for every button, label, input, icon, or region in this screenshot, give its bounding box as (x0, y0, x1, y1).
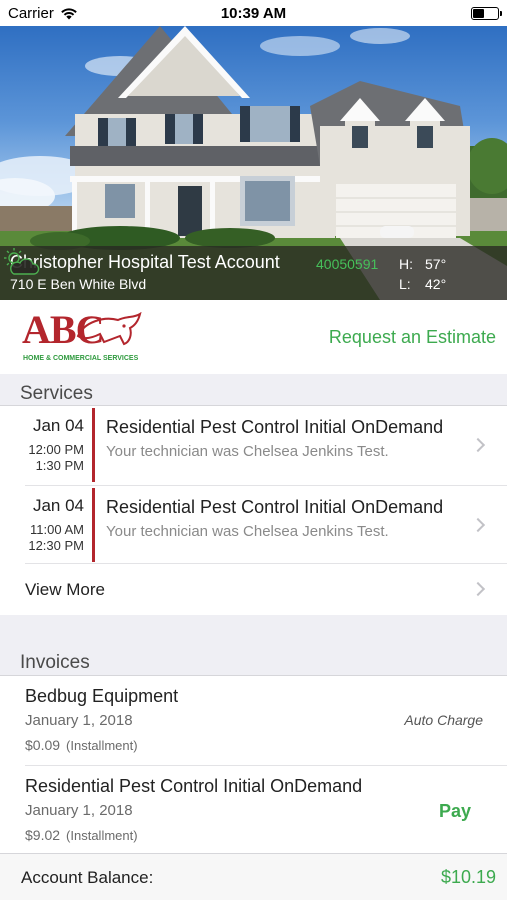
invoice-amount-group: $9.02 (Installment) (25, 827, 138, 843)
service-status-bar (92, 488, 95, 562)
carrier-label: Carrier (8, 4, 54, 22)
company-logo: ABC HOME & COMMERCIAL SERVICES (22, 308, 144, 366)
chevron-right-icon[interactable] (470, 581, 486, 597)
service-date: Jan 04 (32, 496, 84, 515)
weather-high: 57° (425, 256, 447, 272)
balance-value: $10.19 (440, 867, 496, 887)
service-title: Residential Pest Control Initial OnDeman… (106, 417, 444, 437)
service-technician: Your technician was Chelsea Jenkins Test… (106, 443, 389, 460)
auto-charge-label: Auto Charge (404, 712, 483, 728)
invoice-title: Bedbug Equipment (25, 686, 179, 706)
invoice-amount: $9.02 (25, 827, 61, 843)
account-overlay: Christopher Hospital Test Account 400505… (0, 246, 507, 300)
account-number: 40050591 (316, 256, 379, 272)
service-start-time: 12:00 PM (28, 442, 84, 457)
service-status-bar (92, 408, 95, 482)
bull-icon (76, 312, 142, 346)
property-hero: Christopher Hospital Test Account 400505… (0, 26, 507, 300)
account-balance-bar: Account Balance: $10.19 (0, 853, 507, 900)
service-date: Jan 04 (32, 416, 84, 435)
brand-row: ABC HOME & COMMERCIAL SERVICES Request a… (0, 300, 507, 374)
invoice-amount-group: $0.09 (Installment) (25, 737, 138, 753)
weather-low: 42° (425, 276, 447, 292)
chevron-right-icon (470, 517, 486, 533)
service-end-time: 1:30 PM (35, 458, 84, 473)
pay-button[interactable]: Pay (439, 801, 471, 822)
service-start-time: 11:00 AM (30, 522, 84, 537)
account-address: 710 E Ben White Blvd (10, 276, 147, 292)
service-title: Residential Pest Control Initial OnDeman… (106, 497, 444, 517)
chevron-right-icon (470, 437, 486, 453)
status-bar: Carrier 10:39 AM (0, 0, 507, 26)
service-end-time: 12:30 PM (28, 538, 84, 553)
invoice-date: January 1, 2018 (25, 802, 133, 819)
request-estimate-link[interactable]: Request an Estimate (329, 327, 496, 348)
wifi-icon (61, 7, 77, 19)
invoices-header: Invoices (20, 652, 90, 673)
services-card: Jan 04 12:00 PM 1:30 PM Residential Pest… (0, 405, 507, 615)
invoice-installment-note: (Installment) (66, 828, 138, 843)
service-technician: Your technician was Chelsea Jenkins Test… (106, 523, 389, 540)
balance-label: Account Balance: (21, 868, 154, 887)
battery-icon (471, 6, 502, 20)
weather-high-label: H: (399, 256, 413, 272)
service-row[interactable]: Jan 04 11:00 AM 12:30 PM Residential Pes… (0, 486, 507, 564)
divider (25, 563, 507, 564)
invoice-installment-note: (Installment) (66, 738, 138, 753)
account-name: Christopher Hospital Test Account (10, 252, 280, 272)
divider (25, 765, 507, 766)
carrier-group: Carrier (8, 5, 78, 22)
weather-low-label: L: (399, 276, 411, 292)
services-header: Services (20, 383, 93, 404)
invoice-title: Residential Pest Control Initial OnDeman… (25, 776, 363, 796)
partly-cloudy-icon (4, 248, 40, 275)
logo-subtitle: HOME & COMMERCIAL SERVICES (23, 355, 139, 362)
service-row[interactable]: Jan 04 12:00 PM 1:30 PM Residential Pest… (0, 406, 507, 484)
view-more-services-link[interactable]: View More (25, 580, 105, 600)
invoice-date: January 1, 2018 (25, 712, 133, 729)
invoice-amount: $0.09 (25, 737, 61, 753)
invoices-card: Bedbug Equipment January 1, 2018 $0.09 (I… (0, 675, 507, 853)
